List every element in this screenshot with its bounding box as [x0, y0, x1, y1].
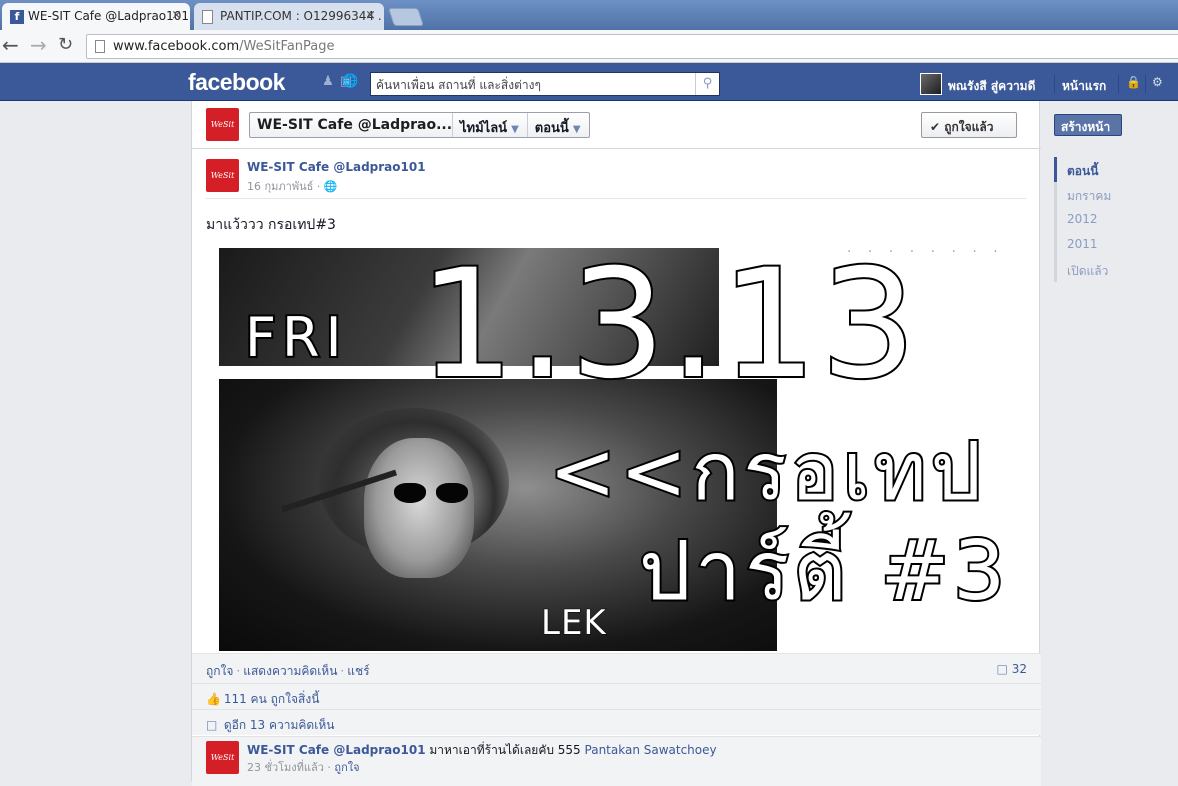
search-placeholder: ค้นหาเพื่อน สถานที่ และสิ่งต่างๆ [376, 78, 541, 92]
url-host: www.facebook.com [113, 39, 240, 54]
comment-bubble-icon: □ [996, 662, 1008, 676]
post-author[interactable]: WE-SIT Cafe @Ladprao101 [247, 160, 426, 174]
post-actions: ถูกใจ · แสดงความคิดเห็น · แชร์ □ 32 [192, 653, 1041, 683]
likes-text: 111 คน ถูกใจสิ่งนี้ [223, 692, 320, 706]
scrubber-item-2012[interactable]: 2012 [1054, 207, 1154, 232]
poster-title-line2: ปาร์ตี้ #3 [637, 522, 1010, 621]
post-date[interactable]: 16 กุมภาพันธ์ · 🌐 [247, 177, 338, 195]
view-more-text: ดูอีก 13 ความคิดเห็น [223, 718, 335, 732]
divider [1145, 75, 1146, 93]
chevron-down-icon: ▼ [511, 124, 519, 135]
browser-toolbar: ← → ↻ www.facebook.com/WeSitFanPage [0, 30, 1178, 63]
comment-text: มาหาเอาที่ร้านได้เลยคับ 555 [425, 743, 585, 757]
home-link[interactable]: หน้าแรก [1062, 77, 1106, 96]
post-text: มาแว้ววว กรอเทป#3 [206, 217, 336, 233]
browser-tab-strip: f WE-SIT Cafe @Ladprao101 × PANTIP.COM :… [0, 0, 1178, 30]
comment-tag[interactable]: Pantakan Sawatchoey [585, 743, 717, 757]
scrubber-item-january[interactable]: มกราคม [1054, 182, 1154, 207]
comment-like-link[interactable]: ถูกใจ [334, 761, 359, 774]
separator: · [236, 664, 241, 678]
scrubber-item-now[interactable]: ตอนนี้ [1054, 157, 1154, 182]
comment-meta: 23 ชั่วโมงที่แล้ว · ถูกใจ [247, 758, 360, 776]
friend-requests-icon[interactable]: ♟ [320, 75, 336, 89]
divider [1118, 75, 1119, 93]
post-author-avatar[interactable]: WeSit Cafe [206, 159, 239, 192]
like-link[interactable]: ถูกใจ [206, 664, 233, 678]
timeline-dropdown[interactable]: ไทม์ไลน์ ▼ [453, 113, 528, 137]
avatar [920, 73, 942, 95]
poster-day: FRI [243, 304, 348, 371]
comment-icon: □ [206, 718, 218, 732]
tab-title: PANTIP.COM : O12996344 . [220, 9, 382, 23]
user-name: พณรังสี สู่ความดี [948, 79, 1036, 93]
comment-item: WeSit Cafe WE-SIT Cafe @Ladprao101 มาหาเ… [192, 736, 1041, 786]
page-icon [95, 40, 105, 53]
browser-tab-active[interactable]: f WE-SIT Cafe @Ladprao101 × [2, 3, 190, 30]
comment-count-value: 32 [1011, 662, 1027, 676]
search-input[interactable]: ค้นหาเพื่อน สถานที่ และสิ่งต่างๆ ⚲ [370, 72, 720, 96]
globe-icon: 🌐 [323, 180, 338, 193]
timeline-label: ไทม์ไลน์ [460, 121, 508, 136]
photo-sunglasses [394, 483, 469, 503]
create-page-button[interactable]: สร้างหน้า [1054, 114, 1122, 136]
tab-close-icon[interactable]: × [171, 8, 182, 23]
comment-time[interactable]: 23 ชั่วโมงที่แล้ว · [247, 761, 334, 774]
thumbs-up-icon: 👍 [206, 692, 221, 706]
scrubber-item-opened[interactable]: เปิดแล้ว [1054, 257, 1154, 282]
tab-close-icon[interactable]: × [365, 8, 376, 23]
browser-tab-pantip[interactable]: PANTIP.COM : O12996344 . × [194, 3, 384, 30]
tab-title: WE-SIT Cafe @Ladprao101 [28, 9, 190, 23]
address-bar[interactable]: www.facebook.com/WeSitFanPage [86, 34, 1178, 59]
scrubber-item-2011[interactable]: 2011 [1054, 232, 1154, 257]
divider [1054, 75, 1055, 93]
photo-face [364, 438, 474, 578]
now-dropdown[interactable]: ตอนนี้ ▼ [528, 113, 589, 137]
liked-button[interactable]: ✔ ถูกใจแล้ว [921, 112, 1017, 138]
facebook-favicon-icon: f [10, 10, 24, 24]
likes-row[interactable]: 👍 111 คน ถูกใจสิ่งนี้ [192, 683, 1041, 709]
page-header: WeSit Cafe WE-SIT Cafe @Ladprao... ไทม์ไ… [192, 101, 1041, 149]
comment-author[interactable]: WE-SIT Cafe @Ladprao101 [247, 743, 426, 757]
view-more-comments[interactable]: □ ดูอีก 13 ความคิดเห็น [192, 709, 1041, 735]
settings-gear-icon[interactable]: ⚙ [1152, 75, 1163, 89]
url-path: /WeSitFanPage [239, 39, 335, 54]
timeline-scrubber: ตอนนี้ มกราคม 2012 2011 เปิดแล้ว [1054, 157, 1154, 282]
comment-avatar[interactable]: WeSit Cafe [206, 741, 239, 774]
breadcrumb: WE-SIT Cafe @Ladprao... ไทม์ไลน์ ▼ ตอนนี้… [249, 112, 590, 138]
post-photo[interactable]: · · · · · · · · FRI 1.3.13 <<กรอเทป ปาร์… [219, 248, 1015, 651]
page-favicon-icon [202, 10, 213, 24]
page-logo[interactable]: WeSit Cafe [206, 108, 239, 141]
search-icon[interactable]: ⚲ [695, 73, 719, 95]
post-date-text: 16 กุมภาพันธ์ · [247, 180, 321, 193]
forward-arrow-icon[interactable]: → [30, 35, 47, 55]
share-link[interactable]: แชร์ [347, 664, 369, 678]
poster-date: 1.3.13 [417, 248, 921, 412]
new-tab-button[interactable] [388, 8, 424, 26]
poster-artist: LEK [541, 603, 607, 644]
notifications-icon[interactable]: 🌐 [342, 75, 358, 89]
facebook-logo[interactable]: facebook [188, 69, 285, 96]
timeline-column: WeSit Cafe WE-SIT Cafe @Ladprao... ไทม์ไ… [191, 101, 1041, 786]
action-links: ถูกใจ · แสดงความคิดเห็น · แชร์ [206, 662, 370, 681]
divider [206, 198, 1026, 199]
now-label: ตอนนี้ [534, 121, 569, 136]
back-arrow-icon[interactable]: ← [2, 35, 19, 55]
comment-count[interactable]: □ 32 [997, 662, 1027, 676]
privacy-shortcuts-icon[interactable]: 🔒 [1126, 75, 1141, 89]
facebook-top-bar: facebook ♟ ▣ 🌐 ค้นหาเพื่อน สถานที่ และสิ… [0, 63, 1178, 101]
chevron-down-icon: ▼ [572, 124, 581, 135]
comment-link[interactable]: แสดงความคิดเห็น [243, 664, 337, 678]
reload-icon[interactable]: ↻ [58, 35, 73, 55]
separator: · [340, 664, 345, 678]
page-name-link[interactable]: WE-SIT Cafe @Ladprao... [250, 113, 453, 137]
